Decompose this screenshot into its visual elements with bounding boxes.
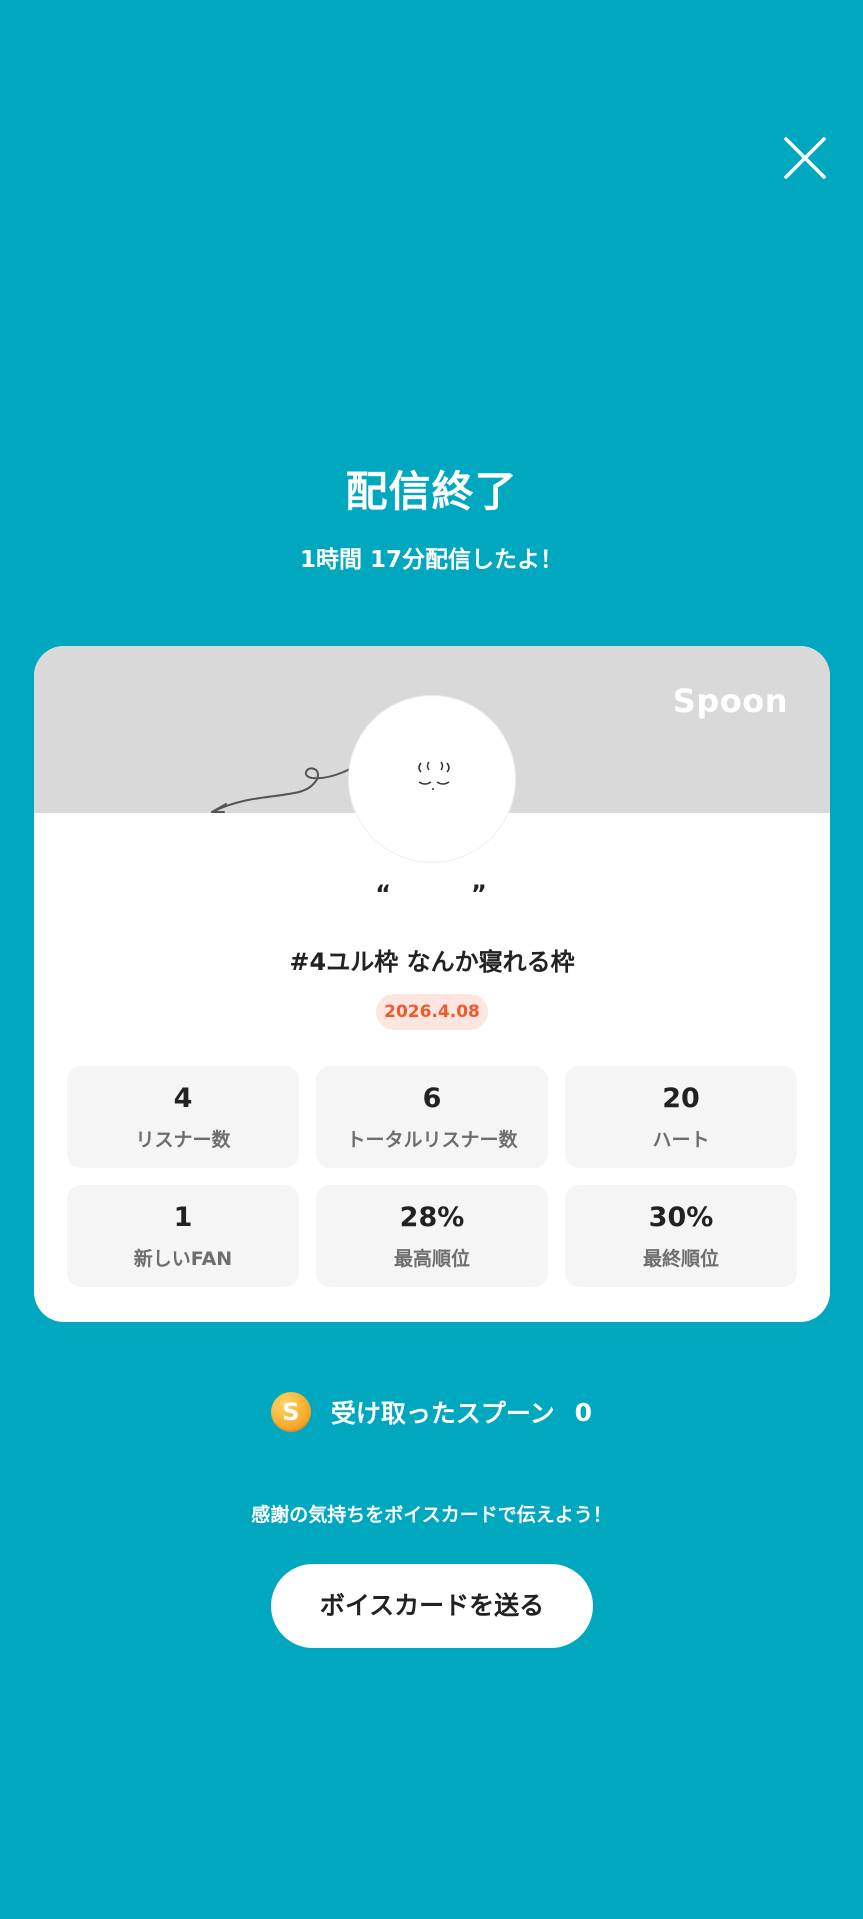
- stat-value: 30%: [648, 1202, 714, 1233]
- stat-highest-rank: 28% 最高順位: [316, 1185, 548, 1287]
- stat-value: 28%: [399, 1202, 465, 1233]
- received-spoons-count: 0: [574, 1397, 593, 1427]
- live-title: #4ユル枠 なんか寝れる枠: [289, 948, 575, 976]
- avatar-face-icon: [418, 761, 450, 790]
- stat-total-listeners: 6 トータルリスナー数: [316, 1066, 548, 1168]
- send-voice-card-button[interactable]: ボイスカードを送る: [271, 1564, 593, 1648]
- stats-grid: 4 リスナー数 6 トータルリスナー数 20 ハート 1 新しいFAN 28% …: [67, 1066, 798, 1287]
- stat-listeners: 4 リスナー数: [67, 1066, 299, 1168]
- avatar: [348, 695, 516, 863]
- stat-value: 6: [422, 1083, 442, 1114]
- stat-label: 最高順位: [393, 1248, 470, 1270]
- dj-nickname: “ ”: [375, 880, 489, 908]
- received-spoons: S 受け取ったスプーン 0: [0, 1391, 863, 1433]
- thanks-message: 感謝の気持ちをボイスカードで伝えよう！: [251, 1504, 612, 1526]
- stat-value: 1: [173, 1202, 193, 1233]
- stat-new-fans: 1 新しいFAN: [67, 1185, 299, 1287]
- page-title: 配信終了: [345, 467, 518, 516]
- stat-label: 新しいFAN: [133, 1248, 233, 1270]
- received-spoons-label: 受け取ったスプーン: [330, 1399, 555, 1428]
- stat-label: 最終順位: [642, 1248, 719, 1270]
- stat-label: リスナー数: [135, 1129, 231, 1151]
- stat-label: ハート: [652, 1129, 710, 1151]
- date-badge: 2026.4.08: [376, 994, 488, 1030]
- stat-final-rank: 30% 最終順位: [565, 1185, 797, 1287]
- spoon-coin-icon: S: [270, 1392, 311, 1432]
- spoon-logo: Spoon: [672, 682, 788, 720]
- stat-hearts: 20 ハート: [565, 1066, 797, 1168]
- close-button[interactable]: [780, 133, 830, 183]
- broadcast-summary-card: Spoon “ ” #4ユル枠 なんか寝れる枠 2026.4.08 4 リスナー…: [34, 646, 830, 1322]
- stat-label: トータルリスナー数: [346, 1129, 518, 1151]
- close-icon: [784, 137, 826, 179]
- stat-value: 4: [173, 1083, 193, 1114]
- stat-value: 20: [662, 1083, 700, 1114]
- broadcast-duration: 1時間 17分配信したよ！: [299, 547, 564, 573]
